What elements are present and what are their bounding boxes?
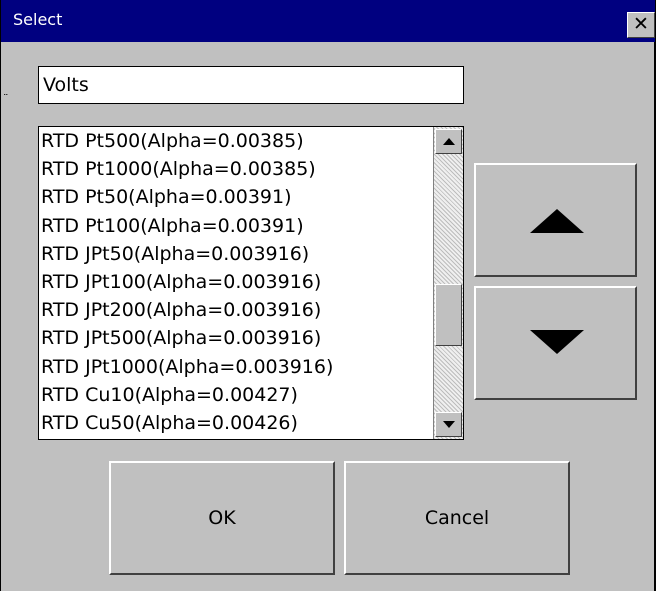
close-icon: ✕ [633, 13, 649, 35]
select-dialog: Select ✕ ¨ Volts RTD Pt500(Alpha=0.00385… [0, 0, 656, 591]
dialog-title: Select [13, 10, 63, 29]
title-bar[interactable]: Select ✕ [1, 0, 655, 42]
scroll-up-button[interactable] [435, 129, 462, 154]
arrow-up-icon [530, 209, 584, 233]
list-item[interactable]: RTD Pt500(Alpha=0.00385) [39, 127, 433, 155]
list-item[interactable]: RTD JPt1000(Alpha=0.003916) [39, 353, 433, 381]
list-scrollbar[interactable] [433, 127, 463, 439]
list-item[interactable]: RTD JPt50(Alpha=0.003916) [39, 240, 433, 268]
move-up-button[interactable] [474, 163, 637, 277]
cancel-button[interactable]: Cancel [344, 461, 570, 575]
list-items: RTD Pt500(Alpha=0.00385) RTD Pt1000(Alpha… [39, 127, 433, 439]
arrow-down-icon [530, 330, 584, 354]
list-item[interactable]: RTD Pt50(Alpha=0.00391) [39, 183, 433, 211]
list-item[interactable]: RTD JPt500(Alpha=0.003916) [39, 324, 433, 352]
scrollbar-thumb[interactable] [435, 284, 462, 346]
scroll-down-button[interactable] [435, 412, 462, 437]
edge-fragment: ¨ [3, 92, 9, 105]
selected-value-field[interactable]: Volts [38, 66, 464, 104]
sensor-type-listbox[interactable]: RTD Pt500(Alpha=0.00385) RTD Pt1000(Alpha… [38, 126, 464, 440]
list-item[interactable]: RTD Pt100(Alpha=0.00391) [39, 212, 433, 240]
move-down-button[interactable] [474, 286, 637, 400]
scroll-down-arrow-icon [443, 421, 455, 428]
list-item[interactable]: RTD Cu50(Alpha=0.00426) [39, 409, 433, 437]
list-item[interactable]: RTD JPt100(Alpha=0.003916) [39, 268, 433, 296]
close-button[interactable]: ✕ [627, 12, 655, 38]
list-item[interactable]: RTD JPt200(Alpha=0.003916) [39, 296, 433, 324]
scroll-up-arrow-icon [443, 138, 455, 145]
ok-button[interactable]: OK [109, 461, 335, 575]
ok-button-label: OK [208, 507, 236, 529]
list-item[interactable]: RTD Pt1000(Alpha=0.00385) [39, 155, 433, 183]
cancel-button-label: Cancel [424, 507, 490, 529]
list-item[interactable]: RTD Cu10(Alpha=0.00427) [39, 381, 433, 409]
